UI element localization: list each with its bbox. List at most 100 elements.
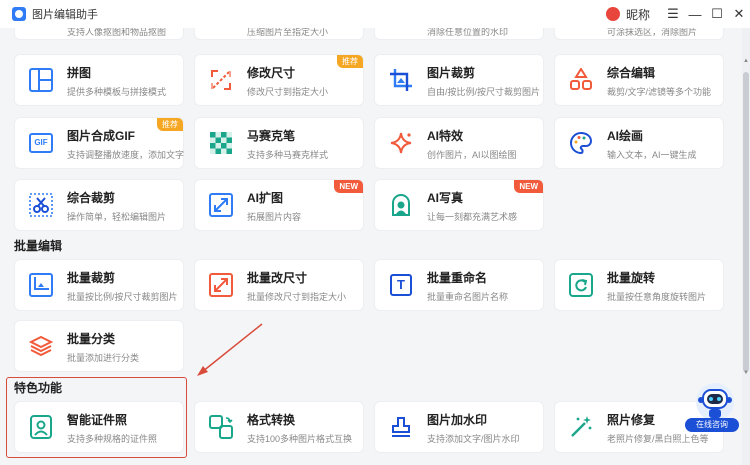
scrollbar-thumb[interactable] bbox=[743, 72, 749, 372]
card-comprehensive-edit[interactable]: 综合编辑 裁剪/文字/滤镜等多个功能 bbox=[554, 54, 724, 106]
card-title: 综合裁剪 bbox=[67, 191, 116, 205]
gif-icon-text: GIF bbox=[29, 133, 53, 153]
card-resize[interactable]: 修改尺寸 修改尺寸到指定大小 推荐 bbox=[194, 54, 364, 106]
portrait-icon bbox=[388, 192, 414, 218]
online-consult-label[interactable]: 在线咨询 bbox=[685, 418, 739, 432]
card-title: 修改尺寸 bbox=[247, 66, 296, 80]
scroll-up-icon[interactable]: ▲ bbox=[743, 58, 749, 64]
card-batch-resize[interactable]: 批量改尺寸 批量修改尺寸到指定大小 bbox=[194, 259, 364, 311]
scroll-down-icon[interactable]: ▼ bbox=[743, 370, 749, 376]
batch-resize-icon bbox=[208, 272, 234, 298]
card-desc: 支持100多种图片格式互换 bbox=[247, 434, 353, 444]
card-title: 照片修复 bbox=[607, 413, 656, 427]
rename-icon-text: T bbox=[390, 274, 412, 296]
card-batch-rename[interactable]: T 批量重命名 批量重命名图片名称 bbox=[374, 259, 544, 311]
card-desc: 操作简单，轻松编辑图片 bbox=[67, 212, 167, 222]
watermark-icon bbox=[388, 414, 414, 440]
app-logo-icon bbox=[12, 7, 26, 21]
card-desc: 让每一刻都充满艺术感 bbox=[427, 212, 518, 222]
card-desc: 批量按任意角度旋转图片 bbox=[607, 292, 707, 302]
menu-icon[interactable]: ☰ bbox=[662, 3, 684, 25]
card-desc: 输入文本，AI一键生成 bbox=[607, 150, 697, 160]
layers-icon bbox=[28, 333, 54, 359]
card-title: AI特效 bbox=[427, 129, 464, 143]
collage-icon bbox=[28, 67, 54, 93]
scrollbar[interactable] bbox=[742, 28, 750, 465]
card-batch-rotate[interactable]: 批量旋转 批量按任意角度旋转图片 bbox=[554, 259, 724, 311]
resize-icon bbox=[208, 67, 234, 93]
crop-icon bbox=[388, 67, 414, 93]
card-title: 格式转换 bbox=[247, 413, 296, 427]
card-title: 批量裁剪 bbox=[67, 271, 116, 285]
section-title-batch: 批量编辑 bbox=[14, 239, 63, 253]
card-format-convert[interactable]: 格式转换 支持100多种图片格式互换 bbox=[194, 401, 364, 453]
gif-icon: GIF bbox=[28, 130, 54, 156]
card-desc: 拓展图片内容 bbox=[247, 212, 302, 222]
mosaic-icon bbox=[208, 130, 234, 156]
card-title: 图片加水印 bbox=[427, 413, 488, 427]
card-title: 综合编辑 bbox=[607, 66, 656, 80]
card-desc: 批量添加进行分类 bbox=[67, 353, 140, 363]
card-title: 批量重命名 bbox=[427, 271, 488, 285]
shapes-icon bbox=[568, 67, 594, 93]
robot-icon bbox=[696, 383, 734, 421]
recommend-badge: 推荐 bbox=[157, 118, 183, 131]
minimize-button[interactable]: — bbox=[684, 3, 706, 25]
app-title: 图片编辑助手 bbox=[32, 9, 98, 21]
expand-icon bbox=[208, 192, 234, 218]
card-collage[interactable]: 拼图 提供多种模板与拼接模式 bbox=[14, 54, 184, 106]
card-title: 图片合成GIF bbox=[67, 129, 135, 143]
convert-icon bbox=[208, 414, 234, 440]
section-title-special: 特色功能 bbox=[14, 381, 63, 395]
sparkle-icon bbox=[388, 130, 414, 156]
rename-icon: T bbox=[388, 272, 414, 298]
card-title: 拼图 bbox=[67, 66, 92, 80]
card-mosaic[interactable]: 马赛克笔 支持多种马赛克样式 bbox=[194, 117, 364, 169]
card-ai-portrait[interactable]: AI写真 让每一刻都充满艺术感 NEW bbox=[374, 179, 544, 231]
card-title: AI写真 bbox=[427, 191, 464, 205]
user-nickname[interactable]: 昵称 bbox=[626, 6, 650, 23]
main-content: 支持人像抠图和物品抠图 压缩图片至指定大小 消除任意位置的水印 可涂抹选区，消除… bbox=[0, 0, 742, 465]
card-gif[interactable]: GIF 图片合成GIF 支持调整播放速度，添加文字 推荐 bbox=[14, 117, 184, 169]
rotate-icon bbox=[568, 272, 594, 298]
card-desc: 自由/按比例/按尺寸裁剪图片 bbox=[427, 87, 541, 97]
card-ai-expand[interactable]: AI扩图 拓展图片内容 NEW bbox=[194, 179, 364, 231]
card-ai-effects[interactable]: AI特效 创作图片，AI以图绘图 bbox=[374, 117, 544, 169]
new-badge: NEW bbox=[514, 180, 543, 193]
card-desc: 批量重命名图片名称 bbox=[427, 292, 509, 302]
card-desc: 支持多种规格的证件照 bbox=[67, 434, 158, 444]
magic-wand-icon bbox=[568, 414, 594, 440]
card-desc: 批量按比例/按尺寸裁剪图片 bbox=[67, 292, 178, 302]
id-photo-icon bbox=[28, 414, 54, 440]
card-title: 批量分类 bbox=[67, 332, 116, 346]
card-title: 马赛克笔 bbox=[247, 129, 296, 143]
card-desc: 批量修改尺寸到指定大小 bbox=[247, 292, 347, 302]
card-id-photo[interactable]: 智能证件照 支持多种规格的证件照 bbox=[14, 401, 184, 453]
card-watermark[interactable]: 图片加水印 支持添加文字/图片水印 bbox=[374, 401, 544, 453]
card-desc: 裁剪/文字/滤镜等多个功能 bbox=[607, 87, 712, 97]
card-desc: 支持调整播放速度，添加文字 bbox=[67, 150, 185, 160]
batch-crop-icon bbox=[28, 272, 54, 298]
card-title: AI扩图 bbox=[247, 191, 284, 205]
new-badge: NEW bbox=[334, 180, 363, 193]
card-comprehensive-crop[interactable]: 综合裁剪 操作简单，轻松编辑图片 bbox=[14, 179, 184, 231]
card-batch-crop[interactable]: 批量裁剪 批量按比例/按尺寸裁剪图片 bbox=[14, 259, 184, 311]
recommend-badge: 推荐 bbox=[337, 55, 363, 68]
card-title: AI绘画 bbox=[607, 129, 644, 143]
maximize-button[interactable]: ☐ bbox=[706, 3, 728, 25]
card-crop[interactable]: 图片裁剪 自由/按比例/按尺寸裁剪图片 bbox=[374, 54, 544, 106]
card-batch-classify[interactable]: 批量分类 批量添加进行分类 bbox=[14, 320, 184, 372]
card-title: 智能证件照 bbox=[67, 413, 128, 427]
card-title: 图片裁剪 bbox=[427, 66, 476, 80]
card-ai-painting[interactable]: AI绘画 输入文本，AI一键生成 bbox=[554, 117, 724, 169]
card-title: 批量旋转 bbox=[607, 271, 656, 285]
title-bar: 图片编辑助手 昵称 ☰ — ☐ ✕ bbox=[0, 0, 750, 28]
card-desc: 创作图片，AI以图绘图 bbox=[427, 150, 517, 160]
close-button[interactable]: ✕ bbox=[728, 3, 750, 25]
card-desc: 提供多种模板与拼接模式 bbox=[67, 87, 167, 97]
card-title: 批量改尺寸 bbox=[247, 271, 308, 285]
user-avatar[interactable] bbox=[605, 7, 620, 21]
card-desc: 修改尺寸到指定大小 bbox=[247, 87, 329, 97]
palette-icon bbox=[568, 130, 594, 156]
card-desc: 支持多种马赛克样式 bbox=[247, 150, 329, 160]
